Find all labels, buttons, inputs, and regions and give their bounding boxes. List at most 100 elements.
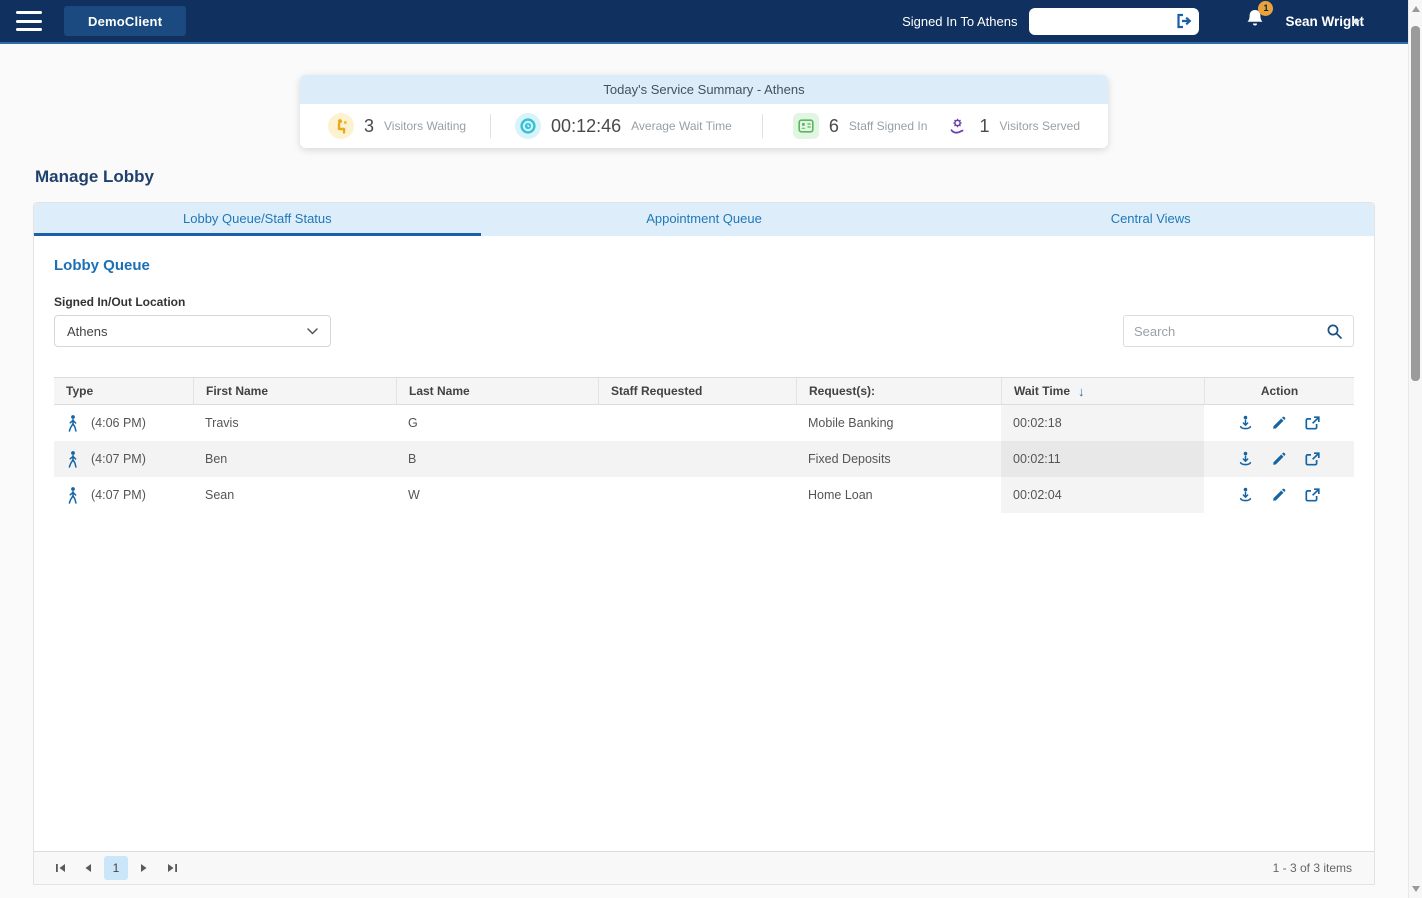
average-wait-time-icon [515,113,542,139]
staff-requested-cell [598,477,796,513]
edit-icon [1273,416,1286,429]
first-page-button[interactable] [48,856,72,880]
wait-time-cell: 00:02:18 [1001,405,1204,441]
tab-central-views[interactable]: Central Views [927,203,1374,236]
visitors-served-label: Visitors Served [999,119,1080,133]
search-input[interactable] [1134,323,1320,339]
signed-in-status: Signed In To Athens [902,13,1018,29]
notifications-button[interactable]: 1 [1245,0,1274,35]
visitors-waiting-icon [328,113,354,139]
serve-visitor-button[interactable] [1236,413,1255,433]
user-menu-caret-icon[interactable] [1352,20,1360,25]
type-cell: (4:06 PM) [54,405,193,441]
column-header-wait-time[interactable]: Wait Time ↓ [1001,378,1204,404]
service-summary-title: Today's Service Summary - Athens [300,75,1108,104]
stat-visitors-waiting: 3 Visitors Waiting [328,113,466,139]
average-wait-time-label: Average Wait Time [631,119,732,133]
service-summary-card: Today's Service Summary - Athens 3 Visit… [300,75,1108,148]
transfer-button[interactable] [1303,450,1322,468]
wait-time-cell: 00:02:11 [1001,441,1204,477]
requests-cell: Home Loan [808,488,873,502]
serve-visitor-icon [1239,451,1252,466]
share-icon [1305,488,1320,502]
column-header-last-name[interactable]: Last Name [396,378,598,404]
edit-button[interactable] [1270,486,1288,504]
location-select[interactable]: Athens [54,315,331,347]
tab-lobby-queue-staff-status[interactable]: Lobby Queue/Staff Status [34,203,481,236]
action-cell [1204,477,1354,513]
last-page-button[interactable] [160,856,184,880]
table-row[interactable]: (4:07 PM) Ben B Fixed Deposits 00:02:11 [54,441,1354,477]
page-number-button[interactable]: 1 [104,856,128,880]
page-title: Manage Lobby [35,167,155,186]
chevron-down-icon [307,327,318,335]
table-row[interactable]: (4:06 PM) Travis G Mobile Banking 00:02:… [54,405,1354,441]
lobby-queue-table: Type First Name Last Name Staff Requeste… [54,377,1354,513]
type-cell: (4:07 PM) [54,441,193,477]
location-signin-input[interactable] [1039,14,1176,28]
edit-button[interactable] [1270,414,1288,432]
visitors-served-icon [944,113,970,139]
staff-requested-cell [598,405,796,441]
vertical-scrollbar[interactable] [1408,0,1422,898]
scroll-down-icon[interactable] [1412,886,1420,892]
next-page-button[interactable] [132,856,156,880]
last-name-cell: B [408,452,417,466]
serve-visitor-button[interactable] [1236,485,1255,505]
table-header-row: Type First Name Last Name Staff Requeste… [54,377,1354,405]
location-signin-input-wrap [1029,7,1200,35]
walking-person-icon [66,486,79,504]
column-header-staff-requested[interactable]: Staff Requested [598,378,796,404]
wait-time-cell: 00:02:04 [1001,477,1204,513]
lobby-card: Lobby Queue/Staff Status Appointment Que… [33,202,1375,885]
last-name-cell: G [408,416,418,430]
sort-desc-icon: ↓ [1078,383,1085,399]
first-name-cell: Ben [205,452,228,466]
column-header-type[interactable]: Type [54,378,193,404]
serve-visitor-button[interactable] [1236,449,1255,469]
staff-requested-cell [598,441,796,477]
column-header-action: Action [1204,378,1354,404]
arrival-time: (4:07 PM) [91,452,146,466]
stat-visitors-served: 1 Visitors Served [944,113,1080,139]
serve-visitor-icon [1239,415,1252,430]
stat-staff-signed-in: 6 Staff Signed In [792,113,928,139]
search-box [1123,315,1354,347]
search-icon[interactable] [1326,323,1343,340]
last-name-cell: W [408,488,420,502]
previous-page-icon [85,864,91,872]
scroll-up-icon[interactable] [1412,6,1420,12]
action-cell [1204,405,1354,441]
table-row[interactable]: (4:07 PM) Sean W Home Loan 00:02:04 [54,477,1354,513]
transfer-button[interactable] [1303,414,1322,432]
serve-visitor-icon [1239,487,1252,502]
requests-cell: Fixed Deposits [808,452,891,466]
edit-button[interactable] [1270,450,1288,468]
tab-appointment-queue[interactable]: Appointment Queue [481,203,928,236]
stat-average-wait-time: 00:12:46 Average Wait Time [515,113,732,139]
type-cell: (4:07 PM) [54,477,193,513]
transfer-button[interactable] [1303,486,1322,504]
first-page-icon [55,864,65,872]
hamburger-menu-icon[interactable] [16,11,42,31]
column-header-first-name[interactable]: First Name [193,378,396,404]
first-name-cell: Travis [205,416,239,430]
brand-button[interactable]: DemoClient [64,6,187,36]
visitors-waiting-value: 3 [364,115,375,136]
share-icon [1305,452,1320,466]
staff-signed-in-label: Staff Signed In [848,119,928,133]
scrollbar-thumb[interactable] [1411,26,1420,381]
staff-signed-in-icon [792,113,819,139]
sign-out-icon[interactable] [1175,13,1193,29]
edit-icon [1273,452,1286,465]
tab-bar: Lobby Queue/Staff Status Appointment Que… [34,203,1374,236]
section-title-lobby-queue: Lobby Queue [54,257,150,274]
action-cell [1204,441,1354,477]
edit-icon [1273,488,1286,501]
location-field-label: Signed In/Out Location [54,295,186,309]
requests-cell: Mobile Banking [808,416,894,430]
first-name-cell: Sean [205,488,235,502]
column-header-requests[interactable]: Request(s): [796,378,1001,404]
previous-page-button[interactable] [76,856,100,880]
pagination-bar: 1 1 - 3 of 3 items [34,851,1374,884]
